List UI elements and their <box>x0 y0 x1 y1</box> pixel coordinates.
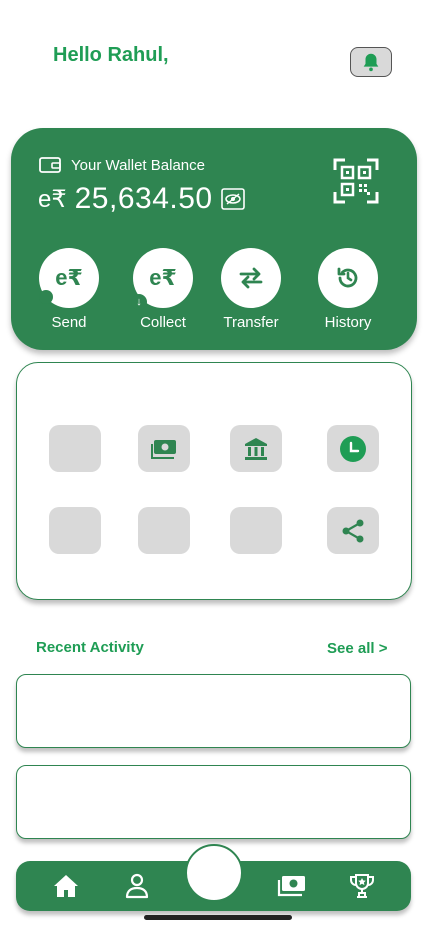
balance-row: e₹ 25,634.50 <box>38 182 245 216</box>
hide-balance-icon[interactable] <box>220 188 245 210</box>
share-icon <box>342 519 364 542</box>
service-tile-clock[interactable] <box>327 425 379 472</box>
service-tile-share[interactable] <box>327 507 379 554</box>
history-label: History <box>324 314 372 331</box>
wallet-label: Your Wallet Balance <box>71 156 205 174</box>
transfer-icon <box>221 248 281 308</box>
collect-action[interactable]: e₹ ↓ Collect <box>123 248 203 331</box>
balance-amount: 25,634.50 <box>74 182 213 215</box>
wallet-card: Your Wallet Balance e₹ 25,634.50 e₹ Send… <box>11 128 417 350</box>
nav-rewards[interactable] <box>347 871 377 901</box>
history-icon <box>318 248 378 308</box>
transfer-label: Transfer <box>223 314 279 331</box>
see-all-link[interactable]: See all > <box>327 640 387 657</box>
balance-currency: e₹ <box>38 185 67 213</box>
nav-home[interactable] <box>51 871 81 901</box>
service-tile-7[interactable] <box>230 507 282 554</box>
send-label: Send <box>51 314 87 331</box>
user-icon <box>125 873 149 899</box>
scan-qr-button[interactable] <box>333 158 379 204</box>
history-action[interactable]: History <box>308 248 388 331</box>
trophy-icon <box>350 874 374 898</box>
bank-icon <box>245 437 267 460</box>
recent-activity-title: Recent Activity <box>36 639 144 656</box>
collect-icon: e₹ ↓ <box>131 248 193 310</box>
bell-icon <box>363 53 379 72</box>
transfer-action[interactable]: Transfer <box>211 248 291 331</box>
activity-item[interactable] <box>16 765 411 839</box>
money-icon <box>277 876 305 897</box>
send-action[interactable]: e₹ Send <box>29 248 109 331</box>
wallet-icon <box>39 157 61 173</box>
service-tile-6[interactable] <box>138 507 190 554</box>
service-tile-bank[interactable] <box>230 425 282 472</box>
service-tile-5[interactable] <box>49 507 101 554</box>
service-tile-cash[interactable] <box>138 425 190 472</box>
cash-icon <box>151 439 176 459</box>
notifications-button[interactable] <box>350 47 392 77</box>
nav-money[interactable] <box>277 871 307 901</box>
qr-code-icon <box>333 158 379 204</box>
center-action-button[interactable] <box>185 844 243 902</box>
collect-label: Collect <box>140 314 186 331</box>
send-badge-dot <box>39 290 53 304</box>
send-icon: e₹ <box>39 248 99 308</box>
wallet-label-row: Your Wallet Balance <box>39 156 205 174</box>
home-icon <box>54 875 78 897</box>
services-grid <box>16 362 412 600</box>
clock-icon <box>340 435 366 462</box>
activity-item[interactable] <box>16 674 411 748</box>
service-tile-1[interactable] <box>49 425 101 472</box>
greeting-text: Hello Rahul, <box>53 44 169 66</box>
home-indicator <box>144 915 292 920</box>
nav-profile[interactable] <box>122 871 152 901</box>
arrow-down-icon: ↓ <box>131 294 147 310</box>
